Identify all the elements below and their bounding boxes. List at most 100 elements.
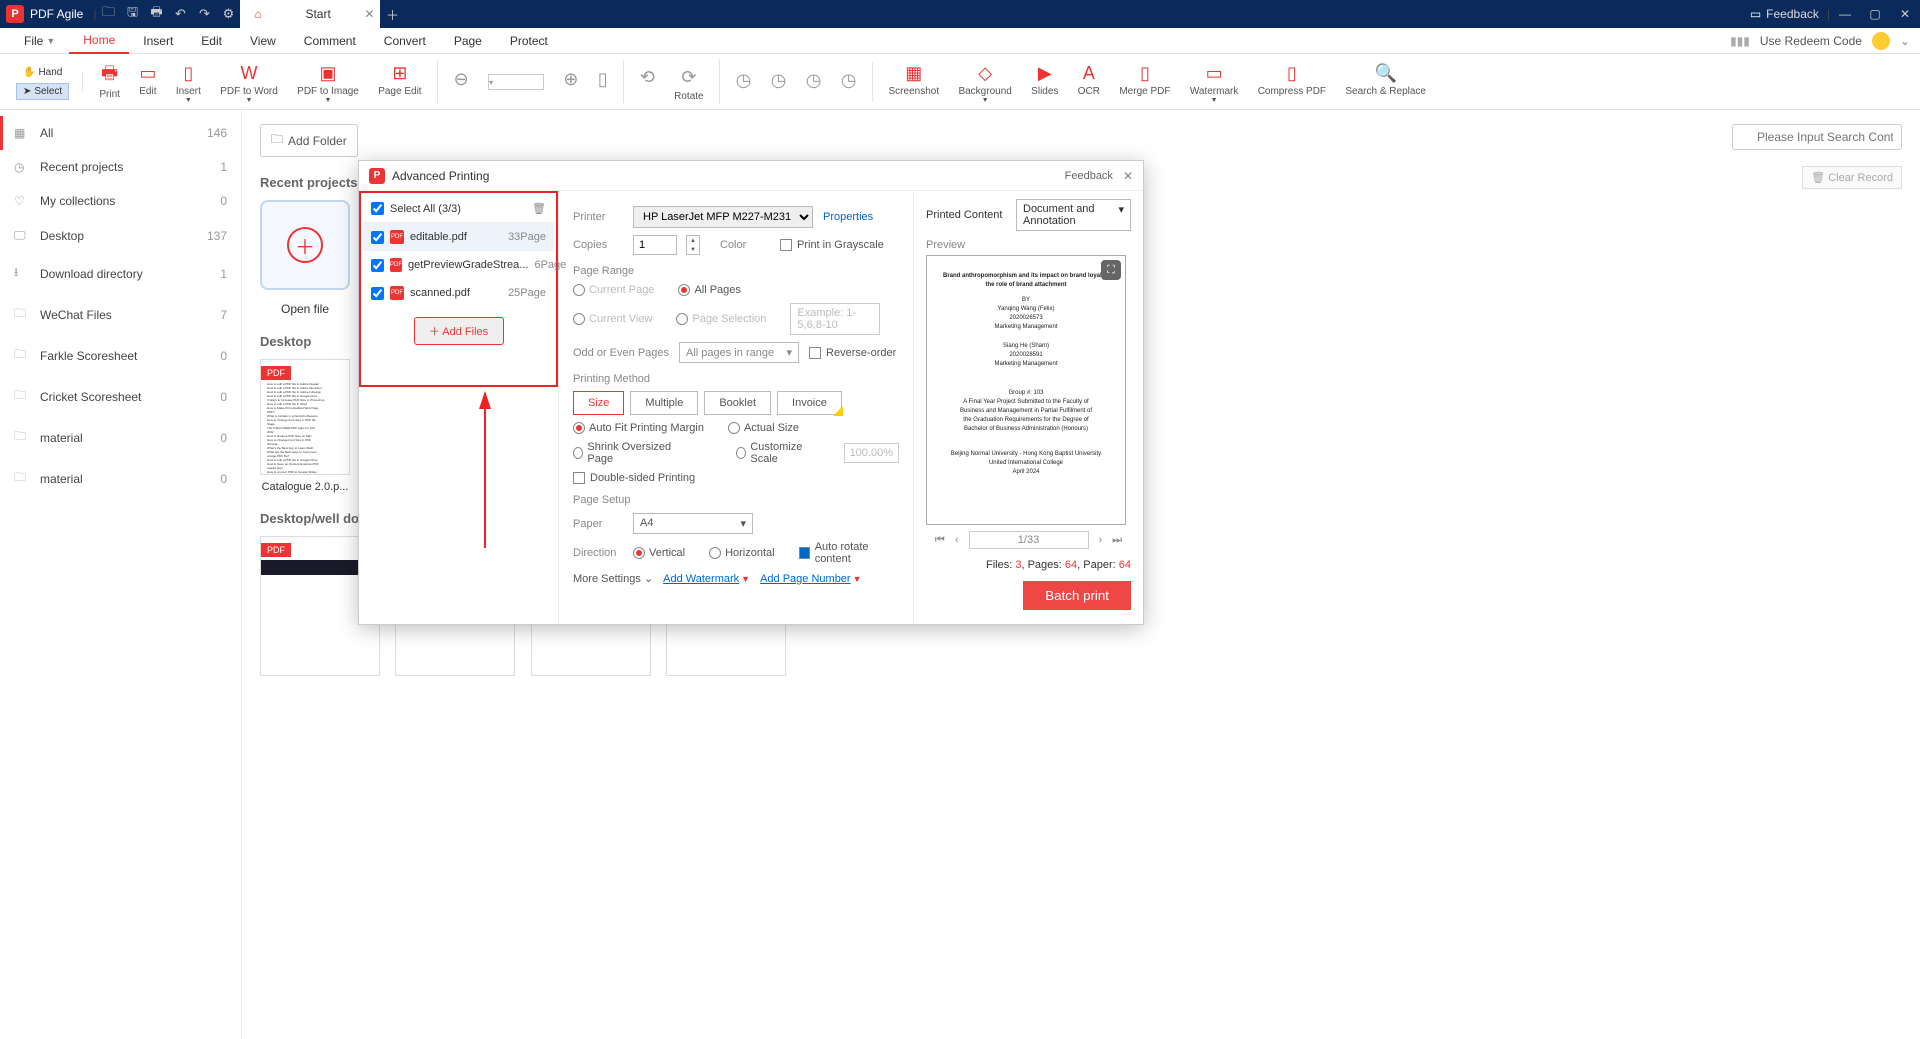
trash-icon[interactable]: 🗑 bbox=[532, 202, 546, 215]
settings-icon[interactable]: ⚙ bbox=[216, 0, 240, 28]
hand-tool[interactable]: ✋ Hand bbox=[16, 64, 69, 81]
save-icon[interactable]: 🖫 bbox=[120, 0, 144, 28]
clock3-button[interactable]: ◷ bbox=[798, 54, 830, 110]
add-watermark-link[interactable]: Add Watermark bbox=[663, 573, 739, 585]
menu-file[interactable]: File▼ bbox=[10, 28, 69, 54]
sidebar-item-desktop[interactable]: 🖵Desktop137 bbox=[0, 218, 241, 253]
prev-page-icon[interactable]: ‹ bbox=[955, 534, 959, 546]
menu-page[interactable]: Page bbox=[440, 28, 496, 54]
clock-button[interactable]: ◷ bbox=[728, 54, 760, 110]
file-row[interactable]: PDF editable.pdf33Page bbox=[363, 223, 554, 251]
minimize-icon[interactable]: — bbox=[1830, 0, 1860, 28]
sidebar-item-wechat[interactable]: 🗀WeChat Files7 bbox=[0, 294, 241, 335]
tab-start[interactable]: ⌂ Start ✕ bbox=[240, 0, 380, 28]
clock4-button[interactable]: ◷ bbox=[833, 54, 865, 110]
select-all-checkbox[interactable] bbox=[371, 202, 384, 215]
add-folder-button[interactable]: 🗀 Add Folder bbox=[260, 124, 358, 157]
pdf-to-word-button[interactable]: WPDF to Word▼ bbox=[212, 55, 286, 111]
last-page-icon[interactable]: ⏭ bbox=[1112, 534, 1122, 547]
open-icon[interactable]: 🗀 bbox=[96, 0, 120, 28]
clock2-button[interactable]: ◷ bbox=[763, 54, 795, 110]
feedback-link[interactable]: Feedback bbox=[1766, 7, 1819, 21]
actual-size-radio[interactable]: Actual Size bbox=[728, 422, 799, 434]
menu-edit[interactable]: Edit bbox=[187, 28, 236, 54]
horizontal-radio[interactable]: Horizontal bbox=[709, 547, 775, 559]
page-edit-button[interactable]: ⊞Page Edit bbox=[370, 52, 429, 108]
menu-convert[interactable]: Convert bbox=[370, 28, 440, 54]
file-row[interactable]: PDF scanned.pdf25Page bbox=[363, 279, 554, 307]
fit-page-button[interactable]: ▯ bbox=[590, 52, 616, 108]
copies-down[interactable]: ▼ bbox=[687, 245, 699, 254]
dialog-feedback-link[interactable]: Feedback bbox=[1065, 170, 1113, 182]
edit-button[interactable]: ▭Edit bbox=[131, 52, 164, 108]
sidebar-item-download[interactable]: ⭳Download directory1 bbox=[0, 253, 241, 294]
more-settings-link[interactable]: More Settings ⌄ bbox=[573, 572, 653, 585]
copies-up[interactable]: ▲ bbox=[687, 236, 699, 245]
page-range-input[interactable]: Example: 1-5,6,8-10 bbox=[790, 303, 880, 335]
reverse-order-checkbox[interactable]: Reverse-order bbox=[809, 347, 896, 359]
search-input[interactable] bbox=[1732, 124, 1902, 150]
slides-button[interactable]: ▶Slides bbox=[1023, 52, 1066, 108]
all-pages-radio[interactable]: All Pages bbox=[678, 284, 740, 296]
sidebar-item-material2[interactable]: 🗀material0 bbox=[0, 458, 241, 499]
double-sided-checkbox[interactable]: Double-sided Printing bbox=[573, 472, 695, 484]
search-replace-button[interactable]: 🔍Search & Replace bbox=[1337, 52, 1434, 108]
add-page-number-link[interactable]: Add Page Number bbox=[760, 573, 851, 585]
close-dialog-icon[interactable]: ✕ bbox=[1123, 169, 1133, 183]
current-page-radio[interactable]: Current Page bbox=[573, 284, 654, 296]
paper-select[interactable]: A4▾ bbox=[633, 513, 753, 534]
select-tool[interactable]: ➤ Select bbox=[16, 83, 69, 100]
sidebar-item-farkle[interactable]: 🗀Farkle Scoresheet0 bbox=[0, 335, 241, 376]
auto-rotate-checkbox[interactable]: Auto rotate content bbox=[799, 541, 899, 565]
merge-pdf-button[interactable]: ▯Merge PDF bbox=[1111, 52, 1178, 108]
pdf-to-image-button[interactable]: ▣PDF to Image▼ bbox=[289, 55, 367, 111]
undo-icon[interactable]: ↶ bbox=[168, 0, 192, 28]
zoom-icon[interactable]: ⛶ bbox=[1101, 260, 1121, 280]
sidebar-item-all[interactable]: ▦All146 bbox=[0, 116, 241, 150]
shrink-radio[interactable]: Shrink Oversized Page bbox=[573, 441, 682, 465]
custom-scale-radio[interactable]: Customize Scale bbox=[736, 441, 820, 465]
menu-protect[interactable]: Protect bbox=[496, 28, 562, 54]
redo-icon[interactable]: ↷ bbox=[192, 0, 216, 28]
next-page-icon[interactable]: › bbox=[1099, 534, 1103, 546]
menu-home[interactable]: Home bbox=[69, 28, 129, 54]
close-window-icon[interactable]: ✕ bbox=[1890, 0, 1920, 28]
printed-content-select[interactable]: Document and Annotation▾ bbox=[1016, 199, 1131, 231]
open-file-tile[interactable]: ＋ Open file bbox=[260, 200, 350, 316]
booklet-button[interactable]: Booklet bbox=[704, 391, 771, 415]
sidebar-item-material1[interactable]: 🗀material0 bbox=[0, 417, 241, 458]
grayscale-checkbox[interactable]: Print in Grayscale bbox=[780, 239, 884, 251]
first-page-icon[interactable]: ⏮ bbox=[935, 534, 945, 547]
maximize-icon[interactable]: ▢ bbox=[1860, 0, 1890, 28]
screenshot-button[interactable]: ▦Screenshot bbox=[881, 52, 948, 108]
menu-comment[interactable]: Comment bbox=[290, 28, 370, 54]
background-button[interactable]: ◇Background▼ bbox=[950, 55, 1019, 111]
copies-input[interactable] bbox=[633, 235, 677, 255]
current-view-radio[interactable]: Current View bbox=[573, 313, 652, 325]
zoom-in-button[interactable]: ⊕ bbox=[555, 52, 586, 108]
clear-record-button[interactable]: 🗑 Clear Record bbox=[1802, 166, 1902, 189]
new-tab-icon[interactable]: ＋ bbox=[380, 0, 404, 28]
sidebar-item-recent[interactable]: ◷Recent projects1 bbox=[0, 150, 241, 184]
select-all-row[interactable]: Select All (3/3) 🗑 bbox=[363, 195, 554, 223]
ocr-button[interactable]: AOCR bbox=[1070, 52, 1108, 108]
file-thumb[interactable]: PDFHow to edit a PDF file in Adobe Reade… bbox=[260, 359, 350, 493]
multiple-button[interactable]: Multiple bbox=[630, 391, 698, 415]
insert-button[interactable]: ▯Insert▼ bbox=[168, 55, 209, 111]
menu-view[interactable]: View bbox=[236, 28, 290, 54]
invoice-button[interactable]: Invoice bbox=[777, 391, 842, 415]
sidebar-item-collections[interactable]: ♡My collections0 bbox=[0, 184, 241, 218]
chevron-down-icon[interactable]: ⌄ bbox=[1900, 34, 1910, 48]
avatar[interactable] bbox=[1872, 32, 1890, 50]
rotate-right-button[interactable]: ⟳Rotate bbox=[666, 56, 711, 112]
watermark-button[interactable]: ▭Watermark▼ bbox=[1182, 55, 1247, 111]
page-indicator[interactable]: 1/33 bbox=[969, 531, 1089, 549]
zoom-select[interactable]: ▾ bbox=[480, 55, 552, 111]
rotate-left-button[interactable]: ⟲ bbox=[632, 51, 663, 107]
print-icon[interactable]: 🖶 bbox=[144, 0, 168, 28]
properties-link[interactable]: Properties bbox=[823, 211, 873, 223]
redeem-link[interactable]: Use Redeem Code bbox=[1760, 34, 1862, 48]
vertical-radio[interactable]: Vertical bbox=[633, 547, 685, 559]
zoom-out-button[interactable]: ⊖ bbox=[446, 52, 477, 108]
page-selection-radio[interactable]: Page Selection bbox=[676, 313, 766, 325]
